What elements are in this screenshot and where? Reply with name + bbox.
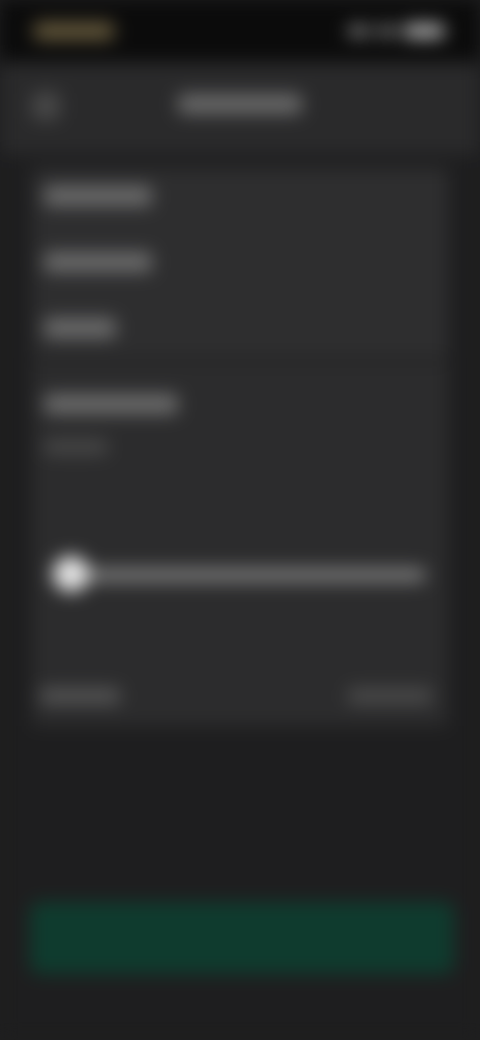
status-bar (0, 0, 480, 62)
primary-action-button[interactable] (30, 902, 454, 974)
wifi-icon (378, 26, 396, 36)
status-time (34, 22, 114, 40)
status-icons (348, 22, 444, 40)
settings-row-1[interactable] (44, 186, 152, 206)
brightness-slider[interactable] (52, 556, 426, 592)
signal-icon (348, 26, 370, 36)
bottom-left-label (40, 688, 120, 704)
settings-card (32, 168, 448, 358)
brightness-value (44, 440, 108, 454)
nav-bar (0, 62, 480, 154)
bottom-right-label[interactable] (348, 688, 432, 704)
back-arrow-icon[interactable] (32, 92, 60, 120)
page-title (178, 94, 302, 114)
settings-row-2[interactable] (44, 252, 152, 272)
brightness-title (44, 394, 178, 414)
settings-row-3[interactable] (44, 318, 116, 338)
brightness-card (32, 362, 448, 726)
battery-icon (404, 24, 444, 38)
brightness-slider-thumb[interactable] (52, 556, 89, 592)
app-screen (0, 0, 480, 1040)
